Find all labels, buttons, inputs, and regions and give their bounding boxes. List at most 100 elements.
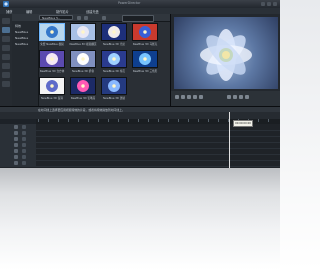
effect-thumbnail[interactable] <box>101 23 127 41</box>
view-icon[interactable] <box>102 15 106 20</box>
minimize-button[interactable] <box>261 1 265 6</box>
effect-filter-dropdown[interactable]: NewBlue 5.. <box>39 15 73 20</box>
effect-room-panel: NewBlue 5.. 特效 NewBlue NewBlue NewBlue 免… <box>12 14 170 106</box>
ruler-tick <box>178 119 179 122</box>
fullscreen-icon[interactable] <box>245 95 249 99</box>
flower-image-icon <box>108 80 120 92</box>
effect-thumbnail[interactable] <box>70 23 96 41</box>
track-lock-icon[interactable] <box>22 161 26 165</box>
effect-thumbnail[interactable] <box>101 77 127 95</box>
volume-icon[interactable] <box>233 95 237 99</box>
track-type-icon <box>14 125 18 129</box>
track-type-icon <box>14 143 18 147</box>
track-lock-icon[interactable] <box>22 143 26 147</box>
next-frame-icon[interactable] <box>193 95 197 99</box>
app-window: PowerDirector 捕获 编辑 制作影片 创建光盘 NewBlue 5.… <box>0 0 280 168</box>
ruler-tick <box>188 119 189 122</box>
stop-icon[interactable] <box>181 95 185 99</box>
playhead[interactable] <box>229 112 230 168</box>
flower-image-icon <box>46 80 58 92</box>
window-controls <box>261 1 277 6</box>
effect-label: NewBlue 3D 铅笔画 <box>70 97 96 100</box>
ruler-tick <box>268 119 269 122</box>
fast-forward-icon[interactable] <box>199 95 203 99</box>
3d-icon[interactable] <box>239 95 243 99</box>
ruler-tick <box>48 119 49 122</box>
track-type-icon <box>14 137 18 141</box>
title-room-icon[interactable] <box>2 54 10 60</box>
ruler-tick <box>68 119 69 122</box>
preview-screen <box>174 17 278 89</box>
transition-room-icon[interactable] <box>2 63 10 69</box>
flower-image-icon <box>139 53 151 65</box>
effect-label: NewBlue 3D 漩涡 <box>41 97 63 100</box>
effect-thumbnail[interactable] <box>132 23 158 41</box>
track-lock-icon[interactable] <box>22 155 26 159</box>
effect-thumbnail[interactable] <box>39 50 65 68</box>
effect-category-tree: 特效 NewBlue NewBlue NewBlue <box>12 21 39 106</box>
effect-label: NewBlue 3D 三角形 <box>132 70 158 73</box>
tree-item[interactable]: NewBlue <box>15 36 28 40</box>
window-reflection <box>0 168 280 270</box>
track-lock-icon[interactable] <box>22 137 26 141</box>
ruler-tick <box>108 119 109 122</box>
close-button[interactable] <box>273 1 277 6</box>
audio-room-icon[interactable] <box>2 72 10 78</box>
tree-item[interactable]: NewBlue <box>15 42 28 46</box>
effect-thumbnail[interactable] <box>132 50 158 68</box>
voice-room-icon[interactable] <box>2 81 10 87</box>
ruler-tick <box>138 119 139 122</box>
track-type-icon <box>14 131 18 135</box>
ruler-tick <box>38 119 39 122</box>
timeline-toolbar <box>0 112 280 119</box>
flower-image-icon <box>108 53 120 65</box>
effect-thumbnail[interactable] <box>39 23 65 41</box>
search-input[interactable] <box>122 15 154 22</box>
app-logo-icon <box>3 1 9 7</box>
pip-room-icon[interactable] <box>2 36 10 42</box>
ruler-tick <box>128 119 129 122</box>
tree-item[interactable]: 特效 <box>15 24 21 28</box>
effect-label: NewBlue 3D 马赛克 <box>132 43 158 46</box>
media-room-icon[interactable] <box>2 18 10 24</box>
flower-image-icon <box>77 80 89 92</box>
effect-label: NewBlue 3D 折叠 <box>72 70 94 73</box>
track-lock-icon[interactable] <box>22 131 26 135</box>
download-icon[interactable] <box>84 15 88 20</box>
track-type-icon <box>14 161 18 165</box>
ruler-tick <box>118 119 119 122</box>
ruler-tick <box>218 119 219 122</box>
track-type-icon <box>14 149 18 153</box>
effect-room-icon[interactable] <box>2 27 10 33</box>
effect-label: NewBlue 3D 立方体 <box>39 70 65 73</box>
timecode-tooltip: 00:00:00:00 <box>233 120 253 127</box>
effect-label: NewBlue 3D 卷页 <box>103 70 125 73</box>
effect-label: NewBlue 3D 透镜 <box>103 97 125 100</box>
ruler-tick <box>208 119 209 122</box>
effect-thumbnail[interactable] <box>39 77 65 95</box>
effect-thumbnail[interactable] <box>70 77 96 95</box>
effect-label: NewBlue 3D 光斑 <box>103 43 125 46</box>
track-lock-icon[interactable] <box>22 149 26 153</box>
tree-item[interactable]: NewBlue <box>15 30 28 34</box>
ruler-tick <box>148 119 149 122</box>
ruler-tick <box>258 119 259 122</box>
track-type-icon <box>14 155 18 159</box>
particle-room-icon[interactable] <box>2 45 10 51</box>
effect-thumbnail[interactable] <box>70 50 96 68</box>
play-icon[interactable] <box>175 95 179 99</box>
import-icon[interactable] <box>77 15 81 20</box>
effect-thumbnail[interactable] <box>101 50 127 68</box>
flower-image-icon <box>46 26 58 38</box>
timeline-track[interactable] <box>0 160 280 167</box>
timeline-tracks <box>0 124 280 168</box>
snapshot-icon[interactable] <box>227 95 231 99</box>
ruler-tick <box>58 119 59 122</box>
track-lock-icon[interactable] <box>22 125 26 129</box>
flower-image-icon <box>139 26 151 38</box>
maximize-button[interactable] <box>267 1 271 6</box>
prev-frame-icon[interactable] <box>187 95 191 99</box>
preview-panel <box>170 14 280 106</box>
flower-image-icon <box>108 26 120 38</box>
flower-image-icon <box>77 26 89 38</box>
